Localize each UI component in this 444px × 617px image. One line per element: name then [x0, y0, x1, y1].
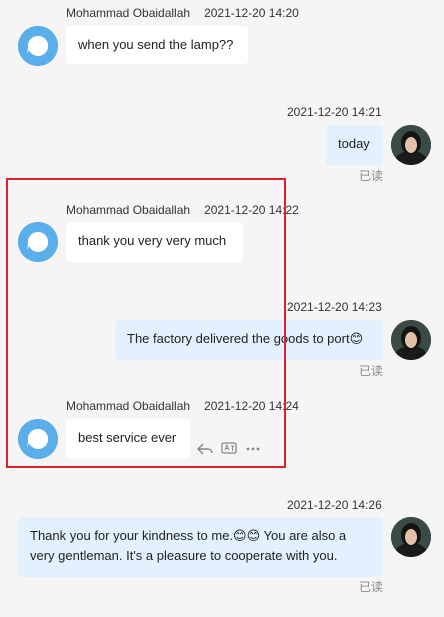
sender-avatar[interactable] [18, 26, 58, 66]
timestamp: 2021-12-20 14:23 [287, 300, 382, 314]
user-avatar[interactable] [391, 517, 431, 557]
message-header: Mohammad Obaidallah 2021-12-20 14:20 [66, 6, 299, 20]
profile-photo [391, 125, 431, 165]
read-status: 已读 [359, 169, 384, 183]
sender-name: Mohammad Obaidallah [66, 6, 191, 20]
message-bubble-incoming[interactable]: when you send the lamp?? [66, 26, 248, 64]
timestamp: 2021-12-20 14:20 [204, 6, 299, 20]
profile-photo [391, 320, 431, 360]
profile-photo [391, 517, 431, 557]
message-bubble-outgoing[interactable]: Thank you for your kindness to me.😊😊 You… [18, 517, 383, 577]
user-avatar[interactable] [391, 320, 431, 360]
highlight-annotation-box [6, 178, 286, 468]
read-status: 已读 [359, 364, 384, 378]
chat-bubble-icon [18, 26, 58, 66]
timestamp: 2021-12-20 14:21 [287, 105, 382, 119]
read-status: 已读 [359, 580, 384, 594]
user-avatar[interactable] [391, 125, 431, 165]
message-bubble-outgoing[interactable]: today [326, 125, 383, 165]
timestamp: 2021-12-20 14:26 [287, 498, 382, 512]
